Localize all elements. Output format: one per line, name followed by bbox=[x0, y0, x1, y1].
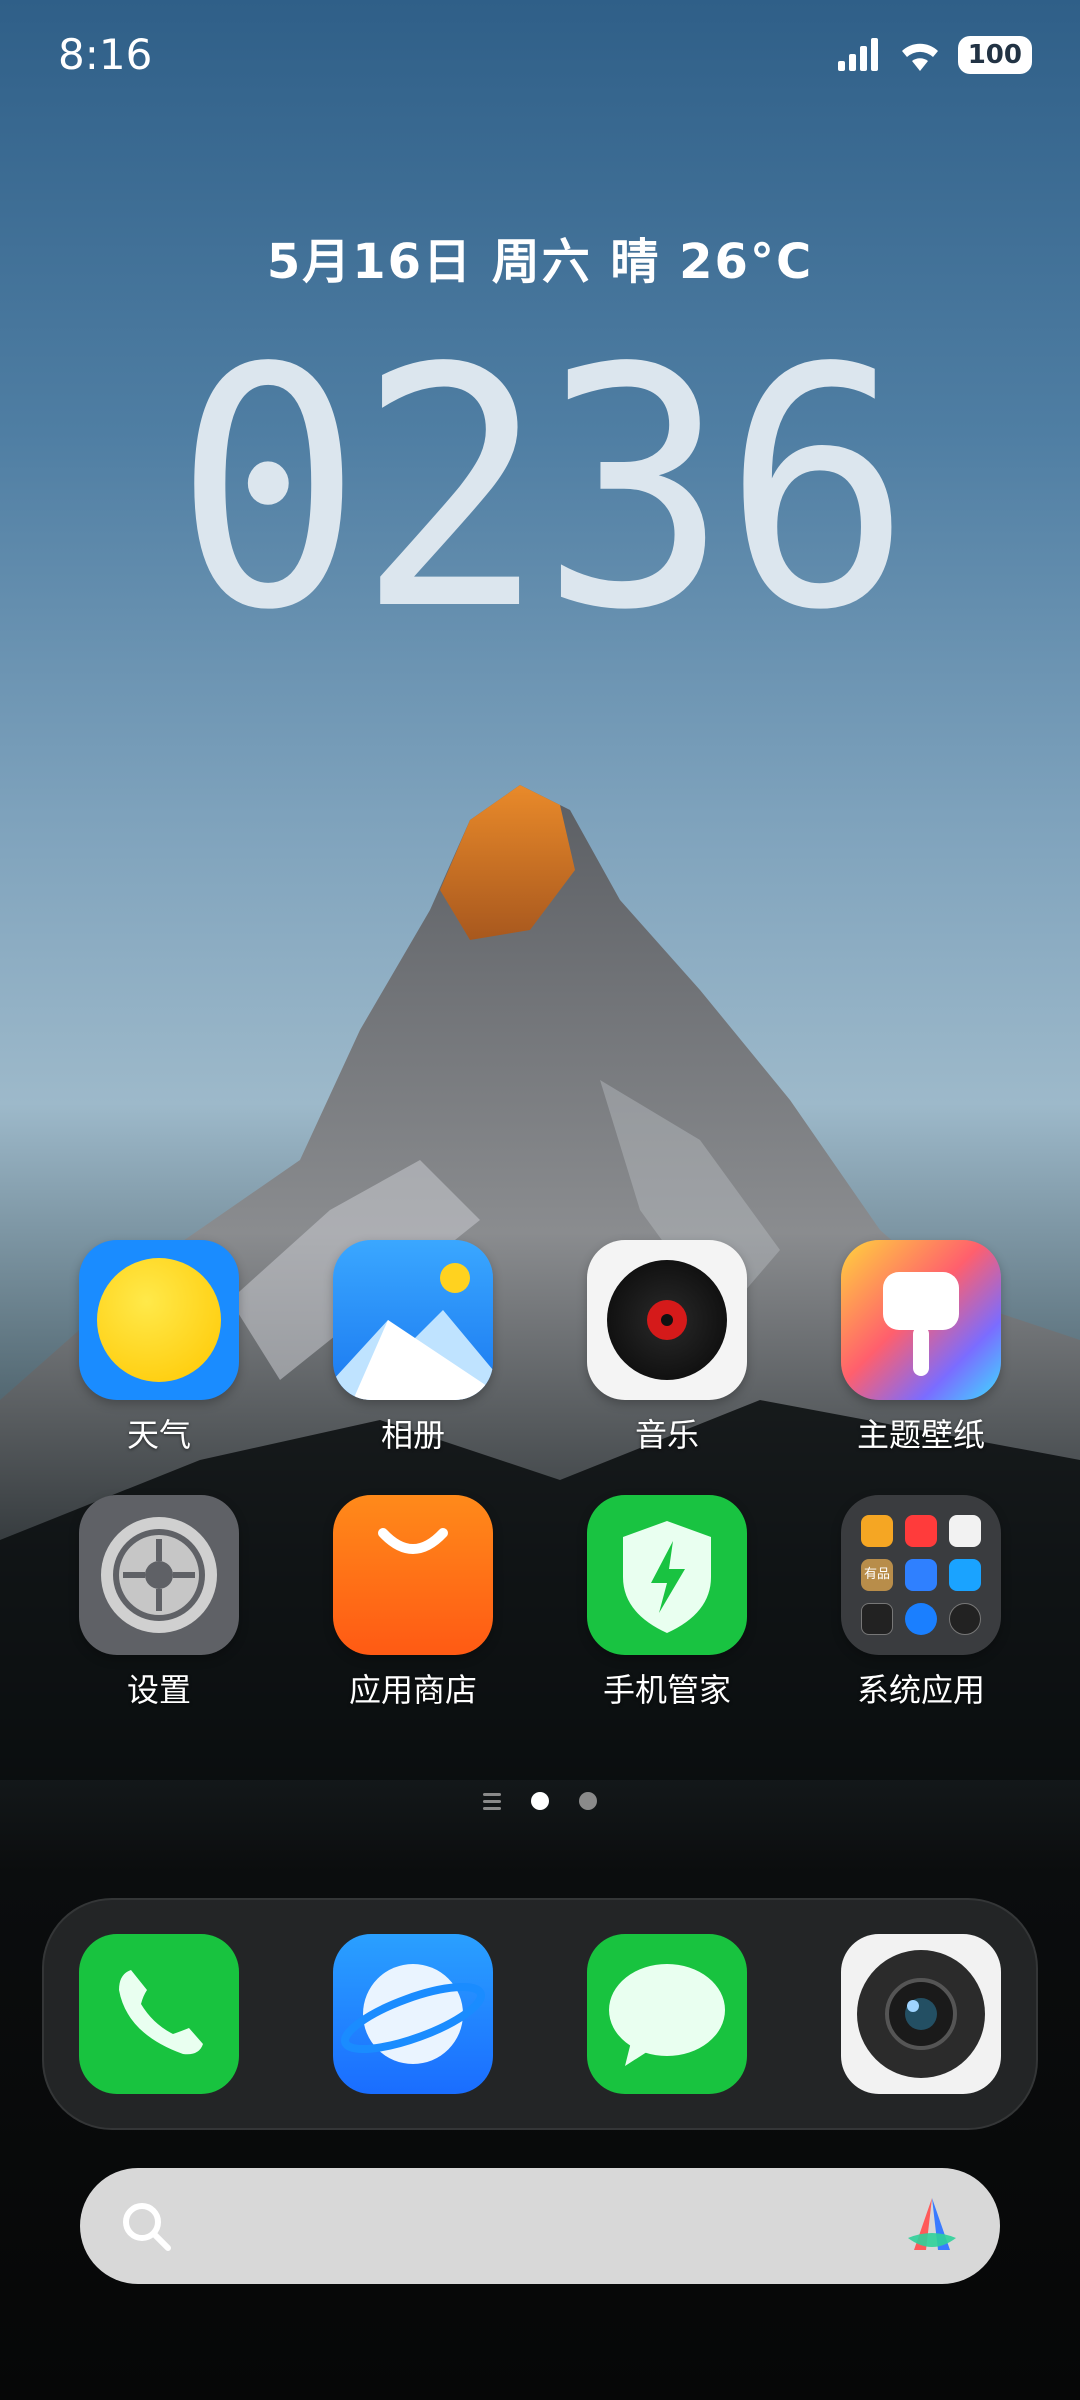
app-themes[interactable]: 主题壁纸 bbox=[811, 1240, 1031, 1456]
music-icon bbox=[587, 1240, 747, 1400]
themes-icon bbox=[841, 1240, 1001, 1400]
app-label: 相册 bbox=[380, 1416, 445, 1454]
app-security[interactable]: 手机管家 bbox=[557, 1495, 777, 1711]
dock bbox=[42, 1898, 1038, 2130]
app-music[interactable]: 音乐 bbox=[557, 1240, 777, 1456]
app-label: 设置 bbox=[126, 1671, 191, 1709]
signal-icon bbox=[837, 38, 878, 71]
security-icon bbox=[587, 1495, 747, 1655]
app-label: 系统应用 bbox=[856, 1671, 985, 1709]
folder-icon: 有品 bbox=[841, 1495, 1001, 1655]
messages-icon[interactable] bbox=[587, 1934, 747, 2094]
page-list-indicator[interactable] bbox=[483, 1792, 501, 1810]
settings-icon bbox=[79, 1495, 239, 1655]
search-bar[interactable] bbox=[80, 2168, 1000, 2284]
status-icons: 100 bbox=[836, 36, 1032, 74]
gallery-icon bbox=[333, 1240, 493, 1400]
weather-icon bbox=[79, 1240, 239, 1400]
browser-icon[interactable] bbox=[333, 1934, 493, 2094]
page-dot-active[interactable] bbox=[531, 1792, 549, 1810]
camera-icon[interactable] bbox=[841, 1934, 1001, 2094]
folder-mini-label: 有品 bbox=[861, 1559, 893, 1591]
app-label: 音乐 bbox=[634, 1416, 699, 1454]
app-settings[interactable]: 设置 bbox=[49, 1495, 269, 1711]
page-indicator[interactable] bbox=[0, 1792, 1080, 1810]
app-label: 应用商店 bbox=[348, 1671, 477, 1709]
clock-time[interactable]: 0236 bbox=[27, 300, 1053, 680]
phone-icon[interactable] bbox=[79, 1934, 239, 2094]
battery-icon: 100 bbox=[957, 36, 1032, 74]
search-icon[interactable] bbox=[120, 2200, 174, 2254]
status-time: 8:16 bbox=[58, 30, 153, 79]
app-store-icon bbox=[333, 1495, 493, 1655]
app-label: 主题壁纸 bbox=[856, 1416, 985, 1454]
assistant-icon[interactable] bbox=[900, 2194, 964, 2258]
app-weather[interactable]: 天气 bbox=[49, 1240, 269, 1456]
app-label: 手机管家 bbox=[602, 1671, 731, 1709]
app-system-folder[interactable]: 有品 系统应用 bbox=[811, 1495, 1031, 1711]
date-weather[interactable]: 5月16日 周六 晴 26°C bbox=[0, 222, 1080, 292]
home-screen: 8:16 100 5月16日 周六 晴 26°C 0236 天气 相册 音乐 主… bbox=[0, 0, 1080, 2400]
page-dot[interactable] bbox=[579, 1792, 597, 1810]
app-gallery[interactable]: 相册 bbox=[303, 1240, 523, 1456]
wifi-icon bbox=[901, 43, 938, 71]
app-store[interactable]: 应用商店 bbox=[303, 1495, 523, 1711]
app-label: 天气 bbox=[126, 1416, 191, 1454]
